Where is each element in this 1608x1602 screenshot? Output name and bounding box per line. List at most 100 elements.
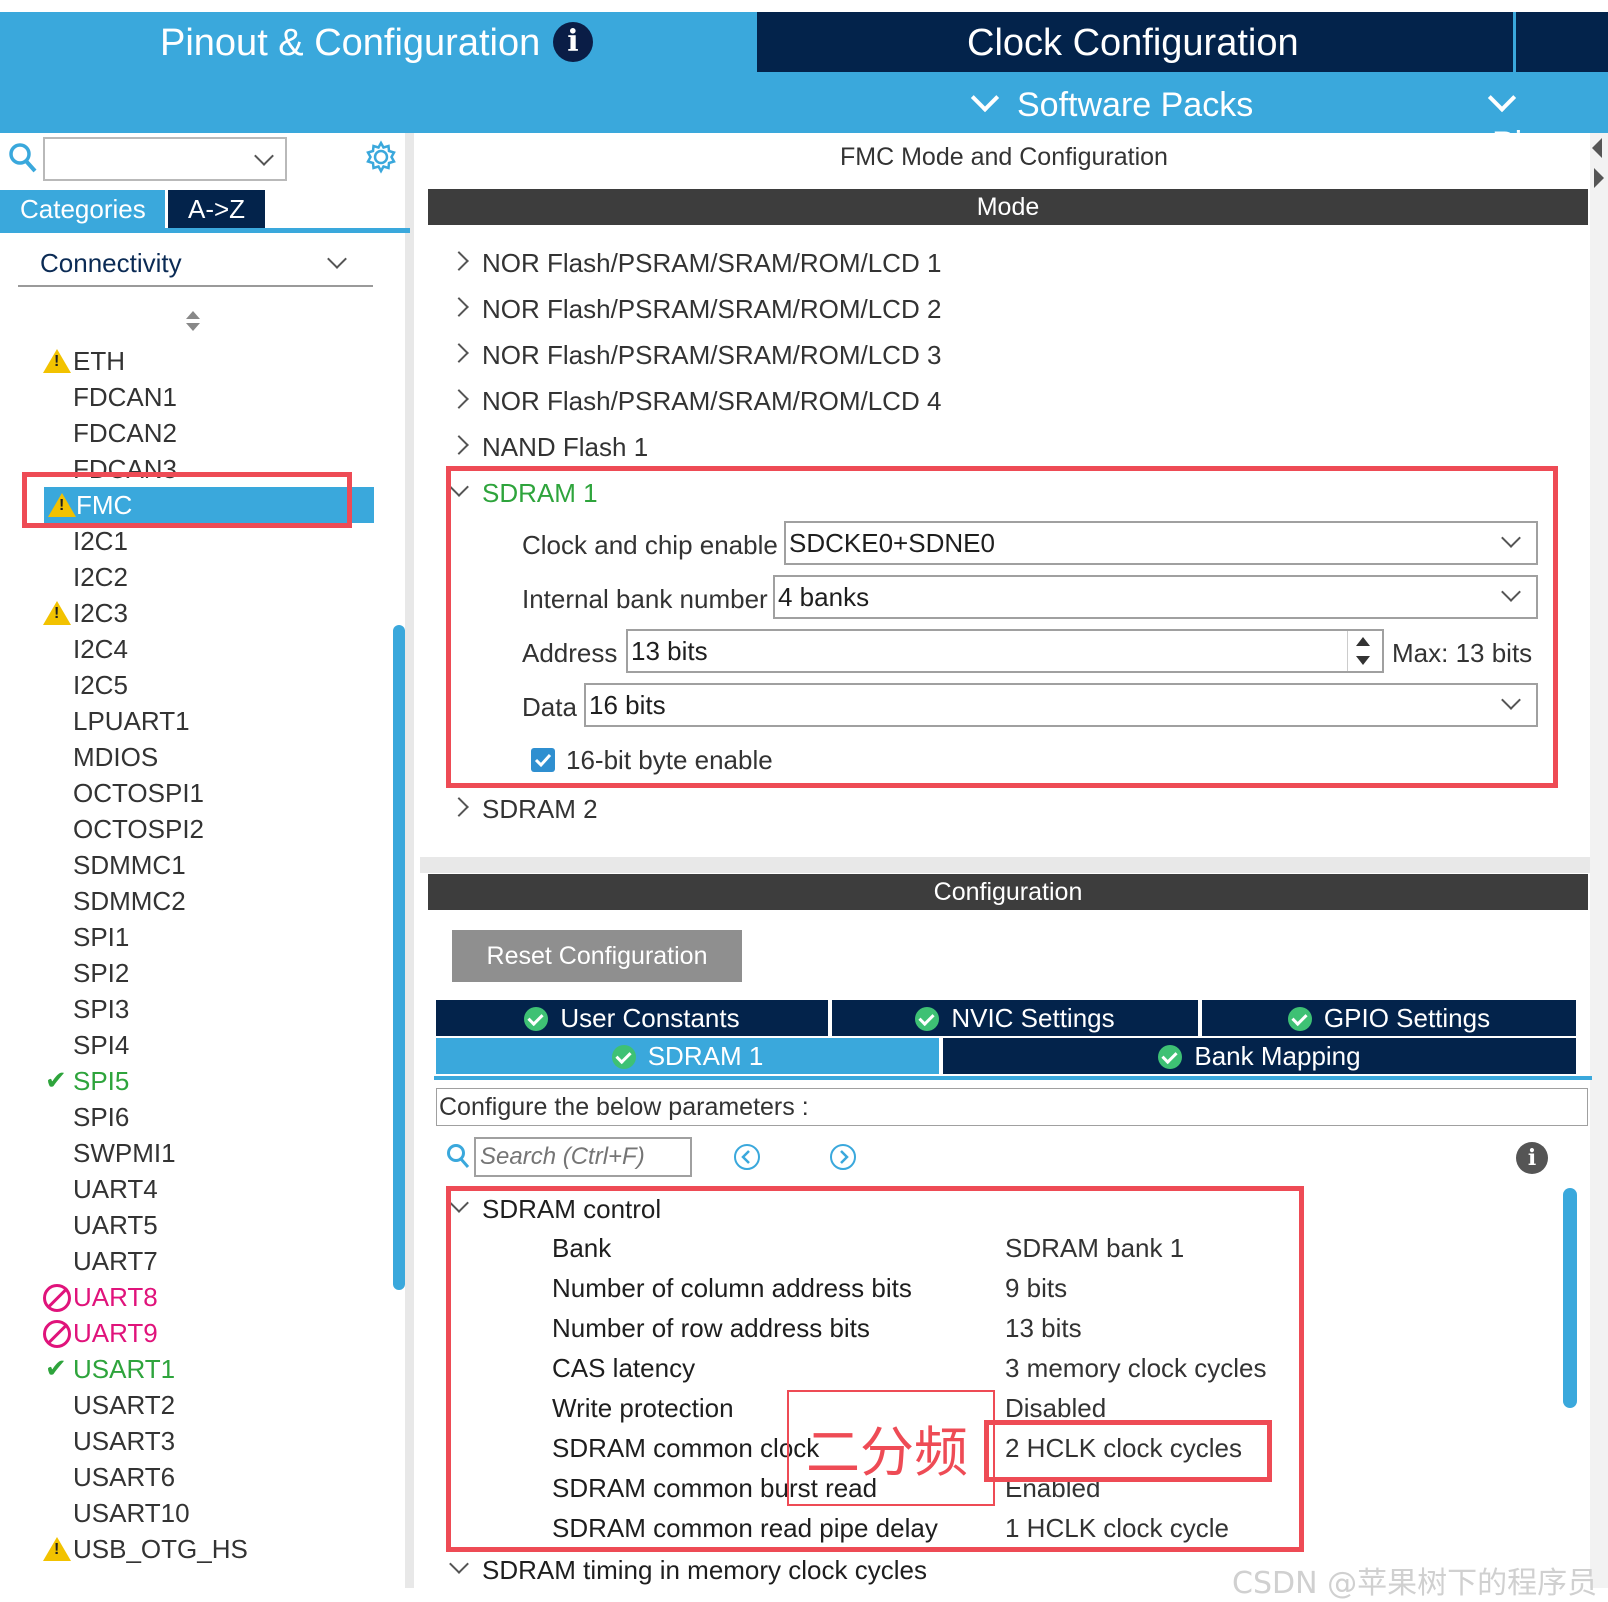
- sidebar-item-uart8[interactable]: UART8: [43, 1279, 158, 1315]
- sidebar-item-i2c5[interactable]: I2C5: [73, 667, 128, 703]
- chevron-right-icon: [449, 297, 469, 317]
- mode-row-nor2[interactable]: NOR Flash/PSRAM/SRAM/ROM/LCD 2: [449, 294, 941, 325]
- sidebar-item-i2c4[interactable]: I2C4: [73, 631, 128, 667]
- panel-divider[interactable]: [405, 133, 414, 1588]
- sidebar-item-label: UART4: [73, 1174, 158, 1204]
- sidebar-item-usart1[interactable]: ✔ USART1: [45, 1351, 176, 1387]
- sidebar-item-uart9[interactable]: UART9: [43, 1315, 158, 1351]
- sidebar-item-swpmi1[interactable]: SWPMI1: [73, 1135, 176, 1171]
- sidebar-item-octospi2[interactable]: OCTOSPI2: [73, 811, 204, 847]
- sidebar-item-fdcan1[interactable]: FDCAN1: [73, 379, 177, 415]
- tab-categories-label: Categories: [20, 194, 146, 224]
- previous-icon[interactable]: [733, 1143, 761, 1176]
- mode-row-nor1[interactable]: NOR Flash/PSRAM/SRAM/ROM/LCD 1: [449, 248, 941, 279]
- sidebar-scrollbar[interactable]: [393, 625, 405, 1290]
- chevron-right-icon: [449, 389, 469, 409]
- sidebar-item-uart5[interactable]: UART5: [73, 1207, 158, 1243]
- check-icon: ✔: [45, 1065, 67, 1095]
- sidebar-item-sdmmc2[interactable]: SDMMC2: [73, 883, 186, 919]
- sidebar-item-usart2[interactable]: USART2: [73, 1387, 175, 1423]
- sidebar-item-fdcan2[interactable]: FDCAN2: [73, 415, 177, 451]
- mode-header: Mode: [428, 189, 1588, 225]
- sidebar-item-label: USART1: [73, 1354, 176, 1384]
- sidebar-item-uart7[interactable]: UART7: [73, 1243, 158, 1279]
- no-entry-icon: [43, 1284, 71, 1312]
- sidebar-item-label: FDCAN2: [73, 418, 178, 448]
- mode-row-nor3[interactable]: NOR Flash/PSRAM/SRAM/ROM/LCD 3: [449, 340, 941, 371]
- sidebar-item-label: OCTOSPI1: [73, 778, 205, 808]
- mode-row-sdram2[interactable]: SDRAM 2: [449, 794, 598, 825]
- sidebar-item-usart3[interactable]: USART3: [73, 1423, 175, 1459]
- mode-row-nor4[interactable]: NOR Flash/PSRAM/SRAM/ROM/LCD 4: [449, 386, 941, 417]
- parameter-scrollbar[interactable]: [1563, 1188, 1577, 1408]
- right-edge-scroller[interactable]: [1590, 133, 1608, 1588]
- check-circle-icon: [915, 1007, 940, 1031]
- info-icon[interactable]: i: [553, 22, 593, 62]
- chevron-down-icon: [449, 1554, 469, 1574]
- tab-categories[interactable]: Categories: [0, 190, 165, 230]
- category-connectivity[interactable]: Connectivity: [40, 248, 182, 279]
- sort-icon[interactable]: [184, 310, 202, 337]
- mode-row-nand1[interactable]: NAND Flash 1: [449, 432, 648, 463]
- collapse-left-icon[interactable]: [1592, 138, 1602, 158]
- gear-icon[interactable]: [364, 140, 398, 179]
- sidebar-item-spi6[interactable]: SPI6: [73, 1099, 129, 1135]
- tab-underline: [434, 1076, 1592, 1080]
- sidebar-item-i2c3[interactable]: I2C3: [43, 595, 128, 631]
- tab-label: SDRAM 1: [647, 1041, 764, 1071]
- sidebar-item-spi2[interactable]: SPI2: [73, 955, 129, 991]
- sidebar-item-label: SPI5: [73, 1066, 130, 1096]
- category-divider: [18, 285, 373, 287]
- info-icon[interactable]: i: [1516, 1142, 1548, 1174]
- sidebar-item-octospi1[interactable]: OCTOSPI1: [73, 775, 204, 811]
- chevron-down-icon: [1487, 83, 1517, 113]
- warning-icon: [43, 349, 71, 373]
- warning-icon: [43, 601, 71, 625]
- next-icon[interactable]: [829, 1143, 857, 1176]
- sidebar-item-usart6[interactable]: USART6: [73, 1459, 175, 1495]
- search-icon[interactable]: [8, 142, 38, 179]
- tab-bank-mapping[interactable]: Bank Mapping: [943, 1038, 1576, 1074]
- check-circle-icon: [524, 1007, 549, 1031]
- sidebar-item-spi4[interactable]: SPI4: [73, 1027, 129, 1063]
- configure-parameters-text: Configure the below parameters :: [436, 1088, 1588, 1126]
- search-icon[interactable]: [446, 1143, 470, 1174]
- sidebar-item-label: USART3: [73, 1426, 176, 1456]
- sidebar-item-usart10[interactable]: USART10: [73, 1495, 190, 1531]
- search-input[interactable]: [43, 137, 287, 181]
- sidebar-item-spi5[interactable]: ✔ SPI5: [45, 1063, 130, 1099]
- tab-clock-configuration[interactable]: Clock Configuration: [757, 12, 1513, 72]
- subnav-software-packs[interactable]: Software Packs: [970, 83, 1253, 125]
- group-sdram-timing[interactable]: SDRAM timing in memory clock cycles: [449, 1554, 927, 1586]
- sidebar-item-i2c2[interactable]: I2C2: [73, 559, 128, 595]
- tab-pinout-configuration[interactable]: Pinout & Configuration i: [0, 12, 755, 72]
- tab-gpio-settings[interactable]: GPIO Settings: [1202, 1000, 1576, 1036]
- sidebar-item-eth[interactable]: ETH: [43, 343, 125, 379]
- tab-nvic-settings[interactable]: NVIC Settings: [832, 1000, 1198, 1036]
- tab-a-z[interactable]: A->Z: [168, 190, 265, 230]
- sidebar-item-lpuart1[interactable]: LPUART1: [73, 703, 190, 739]
- sidebar-item-spi1[interactable]: SPI1: [73, 919, 129, 955]
- sidebar-item-label: I2C3: [73, 598, 128, 628]
- sidebar-item-usb_otg_hs[interactable]: USB_OTG_HS: [43, 1531, 248, 1567]
- tab-sdram1[interactable]: SDRAM 1: [436, 1038, 939, 1074]
- sidebar-item-spi3[interactable]: SPI3: [73, 991, 129, 1027]
- chevron-down-icon: [970, 83, 1000, 113]
- sidebar-item-uart4[interactable]: UART4: [73, 1171, 158, 1207]
- group-label: SDRAM timing in memory clock cycles: [482, 1555, 927, 1585]
- sidebar-item-label: SPI4: [73, 1030, 130, 1060]
- tab-user-constants[interactable]: User Constants: [436, 1000, 828, 1036]
- configuration-header: Configuration: [428, 874, 1588, 910]
- collapse-right-icon[interactable]: [1594, 168, 1604, 188]
- sidebar-item-i2c1[interactable]: I2C1: [73, 523, 128, 559]
- tab-label: User Constants: [560, 1003, 740, 1033]
- sidebar-item-sdmmc1[interactable]: SDMMC1: [73, 847, 186, 883]
- watermark: CSDN @苹果树下的程序员: [1232, 1566, 1598, 1601]
- sidebar-item-mdios[interactable]: MDIOS: [73, 739, 158, 775]
- panel-title: FMC Mode and Configuration: [840, 143, 1168, 171]
- sidebar-item-label: LPUART1: [73, 706, 190, 736]
- parameter-search-input[interactable]: [474, 1137, 692, 1177]
- tab-overflow[interactable]: [1516, 12, 1608, 72]
- reset-configuration-button[interactable]: Reset Configuration: [452, 930, 742, 982]
- sidebar-item-label: SPI1: [73, 922, 130, 952]
